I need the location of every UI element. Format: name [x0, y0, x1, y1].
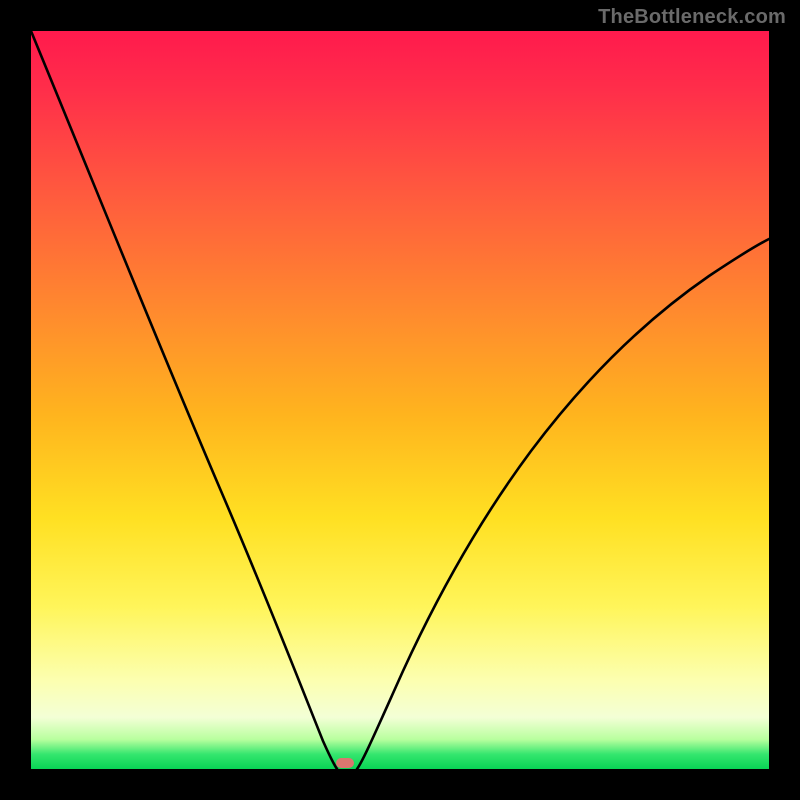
- plot-area: [31, 31, 769, 769]
- bottleneck-curve: [31, 31, 769, 769]
- curve-right: [357, 239, 769, 769]
- curve-left: [31, 31, 337, 769]
- chart-frame: TheBottleneck.com: [0, 0, 800, 800]
- optimum-marker: [336, 758, 354, 768]
- watermark-text: TheBottleneck.com: [598, 6, 786, 29]
